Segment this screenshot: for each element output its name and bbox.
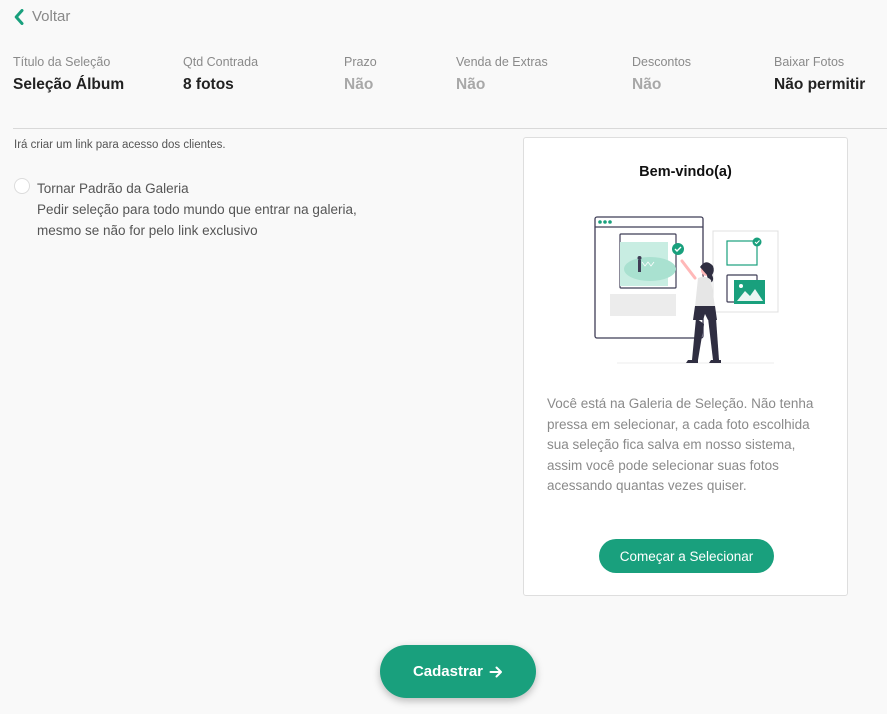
description-line: Pedir seleção para todo mundo que entrar… xyxy=(37,202,357,217)
woman-selecting-photos-illustration xyxy=(594,216,779,364)
summary-deadline: Prazo Não xyxy=(344,55,377,94)
info-text: Irá criar um link para acesso dos client… xyxy=(14,139,226,151)
summary-quantity: Qtd Contrada 8 fotos xyxy=(183,55,258,94)
summary-value: Não xyxy=(632,76,662,93)
summary-title: Título da Seleção Seleção Álbum xyxy=(13,55,124,94)
summary-discounts: Descontos Não xyxy=(632,55,691,94)
summary-value: Não xyxy=(344,76,374,93)
start-selecting-button[interactable]: Começar a Selecionar xyxy=(599,539,774,573)
welcome-description: Você está na Galeria de Seleção. Não ten… xyxy=(547,396,814,493)
back-link[interactable]: Voltar xyxy=(14,8,70,25)
summary-label: Qtd Contrada xyxy=(183,55,259,69)
default-gallery-label: Tornar Padrão da Galeria xyxy=(37,181,189,196)
summary-value: Não permitir xyxy=(774,76,866,93)
default-gallery-option[interactable]: Tornar Padrão da Galeria Pedir seleção p… xyxy=(14,178,434,241)
summary-label: Baixar Fotos xyxy=(774,55,845,69)
chevron-left-icon xyxy=(14,8,24,25)
submit-label: Cadastrar xyxy=(412,663,484,680)
summary-value: Não xyxy=(456,76,486,93)
summary-label: Descontos xyxy=(632,55,692,69)
summary-value: 8 fotos xyxy=(183,76,234,93)
welcome-title: Bem-vindo(a) xyxy=(639,164,732,180)
default-gallery-description: Pedir seleção para todo mundo que entrar… xyxy=(37,199,434,241)
arrow-right-icon xyxy=(489,666,503,677)
selection-summary: Título da Seleção Seleção Álbum Qtd Cont… xyxy=(0,55,887,100)
submit-button[interactable]: Cadastrar xyxy=(380,645,536,698)
description-line: mesmo se não for pelo link exclusivo xyxy=(37,223,258,238)
summary-download: Baixar Fotos Não permitir xyxy=(774,55,865,94)
summary-label: Prazo xyxy=(344,55,377,69)
default-gallery-radio[interactable] xyxy=(14,178,30,194)
welcome-card: Bem-vindo(a) Você está na Galeria de Sel… xyxy=(523,137,848,596)
summary-label: Venda de Extras xyxy=(456,55,548,69)
back-label: Voltar xyxy=(32,8,71,25)
summary-label: Título da Seleção xyxy=(13,55,111,69)
summary-value: Seleção Álbum xyxy=(13,76,125,93)
divider xyxy=(13,128,887,129)
summary-extras: Venda de Extras Não xyxy=(456,55,548,94)
